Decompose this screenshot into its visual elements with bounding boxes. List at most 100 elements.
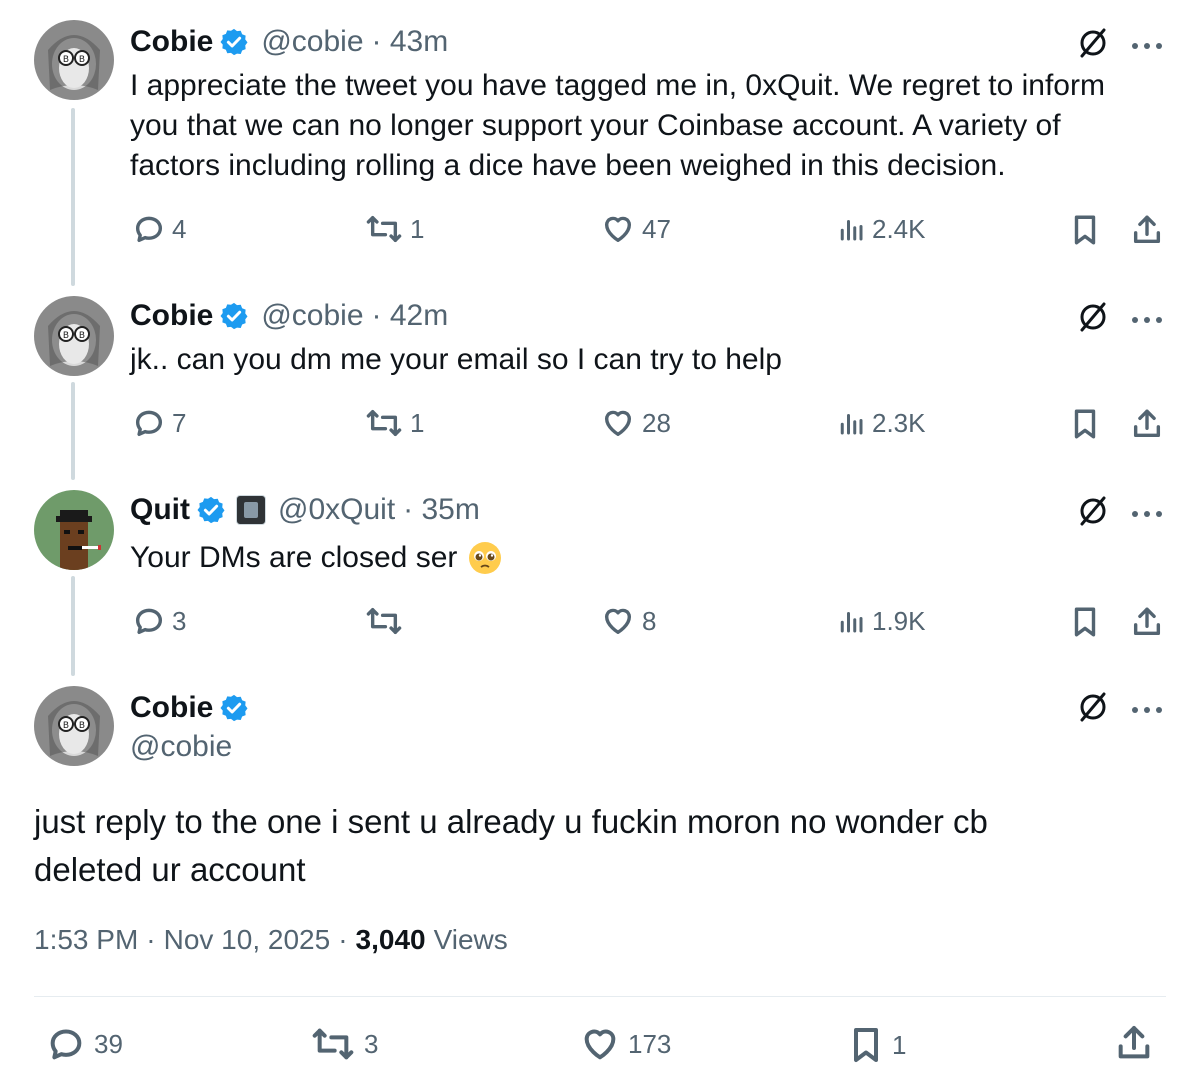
bookmark-button[interactable] [1068, 406, 1102, 442]
verified-badge-icon [220, 694, 248, 722]
share-button[interactable] [1114, 1022, 1154, 1064]
share-button[interactable] [1130, 406, 1164, 442]
meta-separator: · [338, 924, 348, 955]
handle[interactable]: @cobie [261, 25, 363, 59]
grok-icon[interactable] [1076, 690, 1110, 729]
more-dots-icon[interactable] [1130, 702, 1164, 720]
verified-badge-icon [220, 302, 248, 330]
reply-count: 4 [172, 213, 187, 244]
views-button[interactable]: 2.3K [836, 406, 926, 440]
views-total: 3,040 [355, 924, 426, 955]
bookmark-button[interactable] [1068, 212, 1102, 248]
views-button[interactable]: 2.4K [836, 212, 926, 246]
tweet-meta: 1:53 PM · Nov 10, 2025 · 3,040 Views [34, 924, 508, 956]
share-button[interactable] [1130, 212, 1164, 248]
heart-icon [604, 410, 632, 437]
bookmark-button[interactable] [1068, 604, 1102, 640]
bookmark-count: 1 [892, 1029, 907, 1060]
views-icon [840, 414, 863, 435]
avatar[interactable]: B B [34, 20, 114, 100]
views-count: 2.3K [872, 407, 926, 438]
heart-icon [604, 608, 632, 635]
tweet-time[interactable]: 1:53 PM [34, 924, 138, 956]
pleading-face-emoji-icon [469, 542, 502, 574]
timestamp[interactable]: · 42m [372, 299, 449, 333]
share-button[interactable] [1130, 604, 1164, 640]
thread-line [71, 108, 75, 286]
like-button[interactable]: 47 [600, 212, 671, 246]
svg-text:B: B [63, 331, 69, 341]
reply-count: 39 [94, 1028, 123, 1059]
svg-text:B: B [63, 55, 69, 65]
affiliate-badge-icon[interactable] [236, 495, 266, 525]
main-tweet-author: Cobie [130, 688, 249, 728]
avatar[interactable] [34, 490, 114, 570]
svg-text:B: B [79, 55, 85, 65]
reply-button[interactable]: 4 [132, 212, 186, 246]
main-tweet-text: just reply to the one i sent u already u… [34, 803, 988, 888]
meta-separator: · [146, 924, 156, 955]
tweet-header: Cobie @cobie · 43m [130, 22, 448, 62]
handle[interactable]: @0xQuit [278, 493, 395, 527]
repost-icon [366, 215, 402, 243]
repost-button[interactable]: 1 [364, 406, 424, 440]
reply-count: 3 [172, 605, 187, 636]
tweet-text: Your DMs are closed ser [130, 538, 503, 578]
repost-button[interactable] [364, 604, 410, 638]
views-button[interactable]: 1.9K [836, 604, 926, 638]
display-name[interactable]: Cobie [130, 299, 213, 333]
like-button[interactable]: 8 [600, 604, 656, 638]
tweet-header: Quit @0xQuit · 35m [130, 490, 480, 530]
bookmark-icon [854, 1028, 878, 1062]
reply-icon [50, 1029, 82, 1060]
more-dots-icon[interactable] [1130, 38, 1164, 56]
verified-badge-icon [220, 28, 248, 56]
thread-line [71, 576, 75, 676]
grok-icon[interactable] [1076, 26, 1110, 65]
timestamp[interactable]: · 35m [403, 493, 480, 527]
handle[interactable]: @cobie [261, 299, 363, 333]
reply-button[interactable]: 7 [132, 406, 186, 440]
repost-button[interactable]: 3 [308, 1024, 378, 1064]
display-name[interactable]: Quit [130, 493, 190, 527]
repost-count: 1 [410, 407, 425, 438]
timestamp[interactable]: · 43m [372, 25, 449, 59]
display-name[interactable]: Cobie [130, 25, 213, 59]
more-dots-icon[interactable] [1130, 312, 1164, 330]
avatar[interactable]: B B [34, 686, 114, 766]
views-count: 2.4K [872, 213, 926, 244]
bookmark-icon [1074, 215, 1096, 245]
grok-icon[interactable] [1076, 494, 1110, 533]
avatar[interactable]: B B [34, 296, 114, 376]
thread-line [71, 382, 75, 480]
tweet-text: jk.. can you dm me your email so I can t… [130, 343, 782, 376]
grok-icon[interactable] [1076, 300, 1110, 339]
more-dots-icon[interactable] [1130, 506, 1164, 524]
repost-button[interactable]: 1 [364, 212, 424, 246]
views-icon [840, 612, 863, 633]
display-name[interactable]: Cobie [130, 691, 213, 725]
svg-text:B: B [79, 721, 85, 731]
like-button[interactable]: 28 [600, 406, 671, 440]
views-label: Views [433, 924, 508, 955]
bookmark-icon [1074, 409, 1096, 439]
reply-icon [135, 608, 163, 635]
divider [34, 996, 1166, 997]
views-count: 1.9K [872, 605, 926, 636]
like-count: 47 [642, 213, 671, 244]
handle[interactable]: @cobie [130, 730, 232, 764]
like-count: 28 [642, 407, 671, 438]
reply-icon [135, 410, 163, 437]
tweet-date[interactable]: Nov 10, 2025 [164, 924, 331, 956]
bookmark-icon [1074, 607, 1096, 637]
bookmark-button[interactable]: 1 [846, 1024, 906, 1066]
verified-badge-icon [197, 496, 225, 524]
share-icon [1133, 215, 1161, 244]
like-button[interactable]: 173 [578, 1024, 671, 1064]
reply-button[interactable]: 39 [44, 1024, 123, 1064]
heart-icon [584, 1029, 616, 1060]
heart-icon [604, 216, 632, 243]
tweet-text: I appreciate the tweet you have tagged m… [130, 69, 1105, 182]
reply-button[interactable]: 3 [132, 604, 186, 638]
repost-icon [366, 607, 402, 635]
